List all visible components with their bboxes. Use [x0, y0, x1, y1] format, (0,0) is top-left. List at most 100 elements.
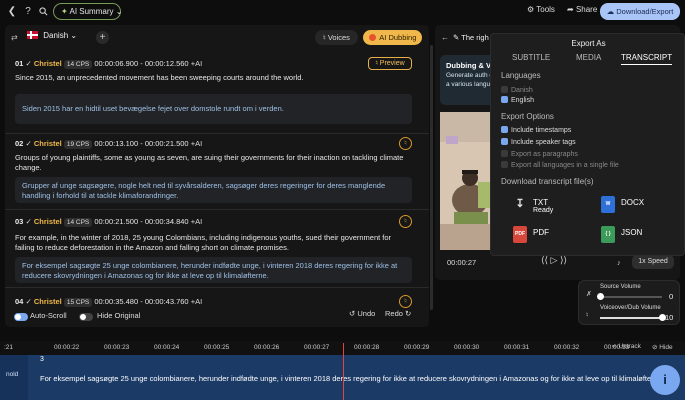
ai-label[interactable]: +AI: [191, 217, 202, 226]
speed-button[interactable]: 1x Speed: [632, 255, 674, 269]
headphones-icon[interactable]: ♮: [399, 295, 412, 308]
back-icon[interactable]: ❮: [5, 5, 19, 19]
headphones-icon[interactable]: ♮: [399, 215, 412, 228]
download-docx-button[interactable]: W DOCX: [591, 192, 669, 218]
playhead[interactable]: [343, 343, 344, 400]
video-title: ✎ The righ: [453, 33, 489, 42]
source-text[interactable]: For example, in the winter of 2018, 25 y…: [15, 233, 410, 253]
info-button[interactable]: i: [650, 365, 680, 395]
option-include-speaker-tags[interactable]: Include speaker tags: [501, 138, 576, 146]
add-language-button[interactable]: +: [96, 31, 109, 44]
share-button[interactable]: ➦ Share: [567, 5, 597, 14]
volume-icon[interactable]: ♪: [617, 258, 621, 267]
undo-button[interactable]: ↺ Undo: [349, 309, 375, 318]
promo-title: Dubbing & V: [446, 61, 491, 70]
segment-2[interactable]: 02 ✓ Christel 19 CPS 00:00:13.100 - 00:0…: [5, 137, 429, 213]
timeline-tick: 00:00:26: [254, 344, 280, 351]
tools-button[interactable]: ⚙ Tools: [527, 5, 555, 14]
preview-button[interactable]: ♮ Preview: [368, 57, 412, 70]
slider-handle[interactable]: [597, 293, 604, 300]
source-text[interactable]: Groups of young plaintiffs, some as youn…: [15, 153, 410, 173]
checkbox[interactable]: [501, 126, 508, 133]
segment-time[interactable]: 00:00:13.100 - 00:00:21.500: [94, 139, 188, 148]
segment-3[interactable]: 03 ✓ Christel 14 CPS 00:00:21.500 - 00:0…: [5, 215, 429, 291]
mute-icon[interactable]: ✗: [586, 290, 592, 298]
timeline-tick: 00:00:22: [54, 344, 80, 351]
checkbox[interactable]: [501, 96, 508, 103]
option-export-paragraphs[interactable]: Export as paragraphs: [501, 150, 578, 158]
tab-subtitle[interactable]: SUBTITLE: [512, 53, 550, 62]
dub-volume-value: 10: [665, 313, 674, 322]
ai-label[interactable]: +AI: [191, 59, 202, 68]
checkbox[interactable]: [501, 86, 508, 93]
untrack-button[interactable]: ∞ Untrack: [612, 343, 641, 350]
track-segment-text[interactable]: For eksempel sagsøgte 25 unge colombiane…: [40, 374, 664, 383]
option-label: Export as paragraphs: [511, 151, 578, 158]
timeline-tick: 00:00:28: [354, 344, 380, 351]
segment-time[interactable]: 00:00:21.500 - 00:00:34.840: [94, 217, 188, 226]
ai-dubbing-button[interactable]: AI Dubbing: [363, 30, 422, 45]
tab-transcript[interactable]: TRANSCRIPT: [621, 53, 673, 65]
rewind-icon[interactable]: ⟨⟨: [541, 255, 548, 265]
back-icon[interactable]: ←: [441, 33, 449, 42]
voices-button[interactable]: ♮ Voices: [315, 30, 358, 45]
help-icon[interactable]: ?: [21, 5, 35, 19]
option-export-all-languages[interactable]: Export all languages in a single file: [501, 161, 619, 169]
ai-summary-button[interactable]: ✦ AI Summary ⌄: [53, 3, 122, 20]
headphones-icon[interactable]: ♮: [399, 137, 412, 150]
language-select[interactable]: Danish ⌄: [27, 31, 77, 40]
tab-media[interactable]: MEDIA: [576, 53, 601, 62]
segment-time[interactable]: 00:00:35.480 - 00:00:43.760: [94, 297, 188, 306]
undo-icon: ↺: [349, 309, 356, 318]
translation-text[interactable]: Grupper af unge sagsøgere, nogle helt ne…: [15, 177, 412, 203]
language-option-english[interactable]: English: [501, 96, 534, 104]
option-include-timestamps[interactable]: Include timestamps: [501, 126, 571, 134]
redo-label: Redo: [385, 309, 403, 318]
search-icon[interactable]: [36, 5, 50, 19]
hide-original-toggle[interactable]: [79, 313, 93, 321]
checkbox[interactable]: [501, 161, 508, 168]
play-icon[interactable]: ▷: [551, 255, 558, 265]
speaker-name[interactable]: Christel: [34, 59, 62, 68]
download-export-label: Download/Export: [616, 7, 674, 16]
checkbox[interactable]: [501, 150, 508, 157]
sparkle-icon: ✦: [61, 7, 68, 16]
link-icon: ∞: [612, 343, 617, 350]
download-txt-button[interactable]: ↧ TXT Ready: [503, 192, 581, 218]
dub-volume-slider[interactable]: [600, 314, 666, 321]
speaker-name[interactable]: Christel: [34, 139, 62, 148]
segment-time[interactable]: 00:00:06.900 - 00:00:12.560: [94, 59, 188, 68]
segment-number: 02: [15, 139, 24, 148]
download-json-button[interactable]: { } JSON: [591, 222, 669, 248]
segment-4[interactable]: 04 ✓ Christel 15 CPS 00:00:35.480 - 00:0…: [5, 295, 429, 309]
autoscroll-toggle[interactable]: [14, 313, 28, 321]
source-text[interactable]: Since 2015, an unprecedented movement ha…: [15, 73, 410, 83]
download-export-button[interactable]: ☁ Download/Export: [600, 3, 680, 20]
download-pdf-button[interactable]: PDF PDF: [503, 222, 581, 248]
export-options-heading: Export Options: [501, 112, 554, 121]
language-option-danish[interactable]: Danish: [501, 86, 533, 94]
option-label: Export all languages in a single file: [511, 162, 619, 169]
previous-segment-block[interactable]: nold: [0, 355, 28, 400]
ai-label[interactable]: +AI: [191, 139, 202, 148]
segment-number: 04: [15, 297, 24, 306]
forward-icon[interactable]: ⟩⟩: [560, 255, 567, 265]
check-circle-icon: ✓: [25, 139, 32, 148]
timeline-tick: 00:00:27: [304, 344, 330, 351]
source-volume-slider[interactable]: [597, 293, 662, 300]
speaker-name[interactable]: Christel: [34, 217, 62, 226]
cps-badge: 14 CPS: [63, 218, 93, 227]
translation-text[interactable]: For eksempel sagsøgte 25 unge colombiane…: [15, 257, 412, 283]
format-label: PDF: [533, 228, 549, 237]
ai-label[interactable]: +AI: [191, 297, 202, 306]
scrollbar[interactable]: [430, 45, 433, 310]
checkbox[interactable]: [501, 138, 508, 145]
speaker-name[interactable]: Christel: [34, 297, 62, 306]
redo-button[interactable]: Redo ↻: [385, 309, 411, 318]
editor-footer: Auto-Scroll Hide Original ↺ Undo Redo ↻: [5, 309, 429, 327]
translation-text[interactable]: Siden 2015 har en hidtil uset bevægelse …: [15, 94, 412, 124]
timeline-tick: 00:00:30: [454, 344, 480, 351]
segment-1[interactable]: 01 ✓ Christel 14 CPS 00:00:06.900 - 00:0…: [5, 57, 429, 131]
hide-button[interactable]: ⊘ Hide: [652, 343, 673, 351]
translate-icon: ⇄: [11, 33, 18, 42]
